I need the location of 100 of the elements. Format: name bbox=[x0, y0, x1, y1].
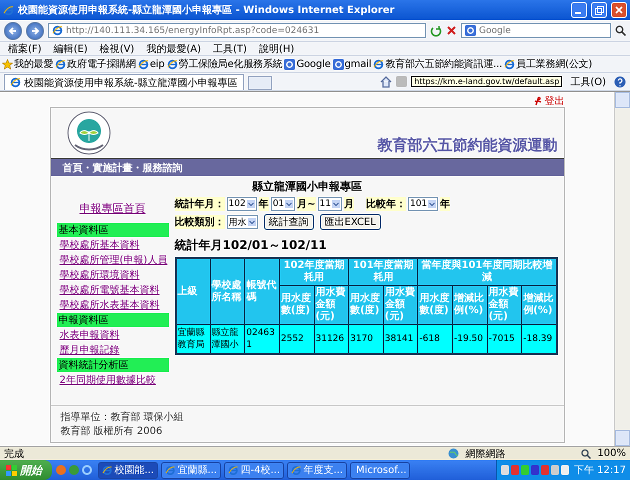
ie-icon bbox=[102, 464, 112, 476]
search-icon[interactable] bbox=[615, 25, 626, 36]
favorite-link[interactable]: 政府電子採購網 bbox=[55, 57, 136, 71]
caret-icon bbox=[248, 218, 256, 226]
home-icon[interactable] bbox=[380, 76, 392, 88]
menu-item[interactable]: 檔案(F) bbox=[4, 42, 46, 56]
table-cell: -618 bbox=[418, 324, 452, 354]
month-select[interactable]: 11 bbox=[318, 197, 342, 211]
search-field[interactable]: Google bbox=[461, 23, 611, 38]
close-button[interactable] bbox=[611, 2, 627, 18]
sidebar-link[interactable]: 水表申報資料 bbox=[56, 328, 168, 342]
group-header: 102年度當期耗用 bbox=[279, 258, 349, 286]
table-cell: 縣立龍潭國小 bbox=[210, 324, 245, 354]
site-title: 教育部六五節約能資源運動 bbox=[378, 136, 558, 156]
unit-label: 年 bbox=[440, 197, 450, 211]
restore-icon bbox=[594, 6, 604, 14]
taskbar-button[interactable]: 四-4校... bbox=[224, 462, 284, 478]
close-icon bbox=[615, 6, 623, 14]
windows-flag-icon bbox=[6, 464, 17, 476]
favorite-link[interactable]: gmail bbox=[332, 58, 372, 70]
sidebar-link[interactable]: 歷月申報記錄 bbox=[56, 343, 168, 357]
ie-icon bbox=[55, 58, 66, 70]
scrollbar[interactable] bbox=[614, 92, 630, 446]
minimize-button[interactable] bbox=[571, 2, 587, 18]
column-header: 帳號代碼 bbox=[244, 258, 280, 324]
favorite-link[interactable]: eip bbox=[138, 58, 164, 70]
taskbar-button[interactable]: 宜蘭縣... bbox=[161, 462, 221, 478]
sidebar-link[interactable]: 學校處所水表基本資料 bbox=[56, 298, 168, 312]
menu-item[interactable]: 編輯(E) bbox=[50, 42, 92, 56]
caret-icon bbox=[428, 200, 436, 208]
column-header: 上級 bbox=[176, 258, 210, 324]
favorite-link[interactable]: 員工業務網(公文) bbox=[504, 57, 592, 71]
window-title: 校園能資源使用申報系統-縣立龍潭國小申報專區 - Windows Internet Explorer bbox=[18, 3, 394, 17]
table-cell: 38141 bbox=[383, 324, 418, 354]
logout-link[interactable]: 登出 bbox=[544, 94, 564, 108]
column-header: 用水費金額(元) bbox=[487, 286, 522, 324]
category-label: 比較類別： bbox=[174, 215, 224, 229]
sidebar-link[interactable]: 學校處所環境資料 bbox=[56, 268, 168, 282]
tray-icons-drawing[interactable] bbox=[501, 464, 571, 476]
refresh-icon[interactable] bbox=[430, 24, 442, 36]
taskbar-button[interactable]: Microsof... bbox=[350, 462, 410, 478]
zoom-level[interactable]: 100% bbox=[597, 448, 626, 459]
group-header: 101年度當期耗用 bbox=[348, 258, 418, 286]
table-cell: 024631 bbox=[244, 324, 280, 354]
group-header: 當年度與101年度同期比較增減 bbox=[418, 258, 556, 286]
footer-text: 指導單位：教育部 環保小組 bbox=[60, 410, 185, 424]
table-cell: 宜蘭縣教育局 bbox=[176, 324, 210, 354]
restore-button[interactable] bbox=[591, 2, 607, 18]
taskbar-button[interactable]: 校園能... bbox=[98, 462, 158, 478]
browser-tab[interactable]: 校園能資源使用申報系統-縣立龍潭國小申報專區 bbox=[4, 74, 244, 90]
stop-icon[interactable] bbox=[446, 25, 457, 36]
back-button[interactable] bbox=[4, 22, 22, 40]
globe-icon bbox=[448, 448, 460, 459]
running-figure-icon bbox=[534, 96, 542, 106]
category-select[interactable]: 用水 bbox=[226, 215, 258, 229]
sidebar-link[interactable]: 2年同期使用數據比較 bbox=[56, 373, 168, 387]
search-provider-icon bbox=[284, 58, 296, 70]
address-field[interactable]: http://140.111.34.165/energyInfoRpt.asp?code=024631 bbox=[48, 23, 426, 38]
table-cell: -7015 bbox=[487, 324, 522, 354]
status-text: 完成 bbox=[4, 448, 24, 460]
sidebar-link[interactable]: 學校處所基本資料 bbox=[56, 238, 168, 252]
menu-item[interactable]: 說明(H) bbox=[254, 42, 298, 56]
menu-item[interactable]: 工具(T) bbox=[209, 42, 251, 56]
unit-label: 年 bbox=[258, 197, 269, 211]
table-cell: 3170 bbox=[348, 324, 384, 354]
taskbar-button[interactable]: 年度支... bbox=[287, 462, 347, 478]
quick-launch-icons-drawing[interactable] bbox=[55, 464, 95, 476]
action-button[interactable]: 匯出EXCEL bbox=[320, 214, 381, 230]
forward-button[interactable] bbox=[26, 22, 44, 40]
clock-text: 下午 12:17 bbox=[574, 464, 626, 477]
column-header: 用水度數(度) bbox=[418, 286, 452, 324]
tools-menu[interactable]: 工具(O) bbox=[566, 74, 610, 88]
search-provider-icon bbox=[332, 58, 344, 70]
favorite-link[interactable]: 教育部六五節約能資訊運... bbox=[373, 57, 502, 71]
emblem-drawing bbox=[66, 111, 110, 155]
ie-icon bbox=[373, 58, 384, 70]
column-header: 學校處所名稱 bbox=[210, 258, 245, 324]
magnifier-icon bbox=[581, 448, 592, 458]
section-header: 申報資料區 bbox=[56, 313, 168, 327]
sidebar-link[interactable]: 學校處所管理(申報)人員 bbox=[56, 253, 168, 267]
home-link[interactable]: 申報專區首頁 bbox=[56, 197, 168, 222]
section-header: 基本資料區 bbox=[56, 223, 168, 237]
column-header: 用水費金額(元) bbox=[314, 286, 349, 324]
ie-icon bbox=[165, 464, 176, 476]
column-header: 用水費金額(元) bbox=[383, 286, 418, 324]
year-select[interactable]: 101 bbox=[408, 197, 438, 211]
help-icon[interactable] bbox=[614, 76, 626, 88]
month-select[interactable]: 01 bbox=[270, 197, 296, 211]
caret-icon bbox=[332, 200, 340, 208]
menu-item[interactable]: 我的最愛(A) bbox=[142, 42, 205, 56]
favorite-link[interactable]: 勞工保險局e化服務系統 bbox=[166, 57, 282, 71]
action-button[interactable]: 統計查詢 bbox=[264, 214, 314, 230]
favorite-link[interactable]: Google bbox=[284, 58, 331, 70]
caret-icon bbox=[246, 200, 255, 208]
column-header: 用水度數(度) bbox=[348, 286, 384, 324]
menu-item[interactable]: 檢視(V) bbox=[96, 42, 138, 56]
sidebar-link[interactable]: 學校處所電號基本資料 bbox=[56, 283, 168, 297]
favorites-button[interactable]: 我的最愛 bbox=[2, 57, 54, 71]
caret-icon bbox=[285, 200, 294, 208]
year-select[interactable]: 102 bbox=[226, 197, 257, 211]
